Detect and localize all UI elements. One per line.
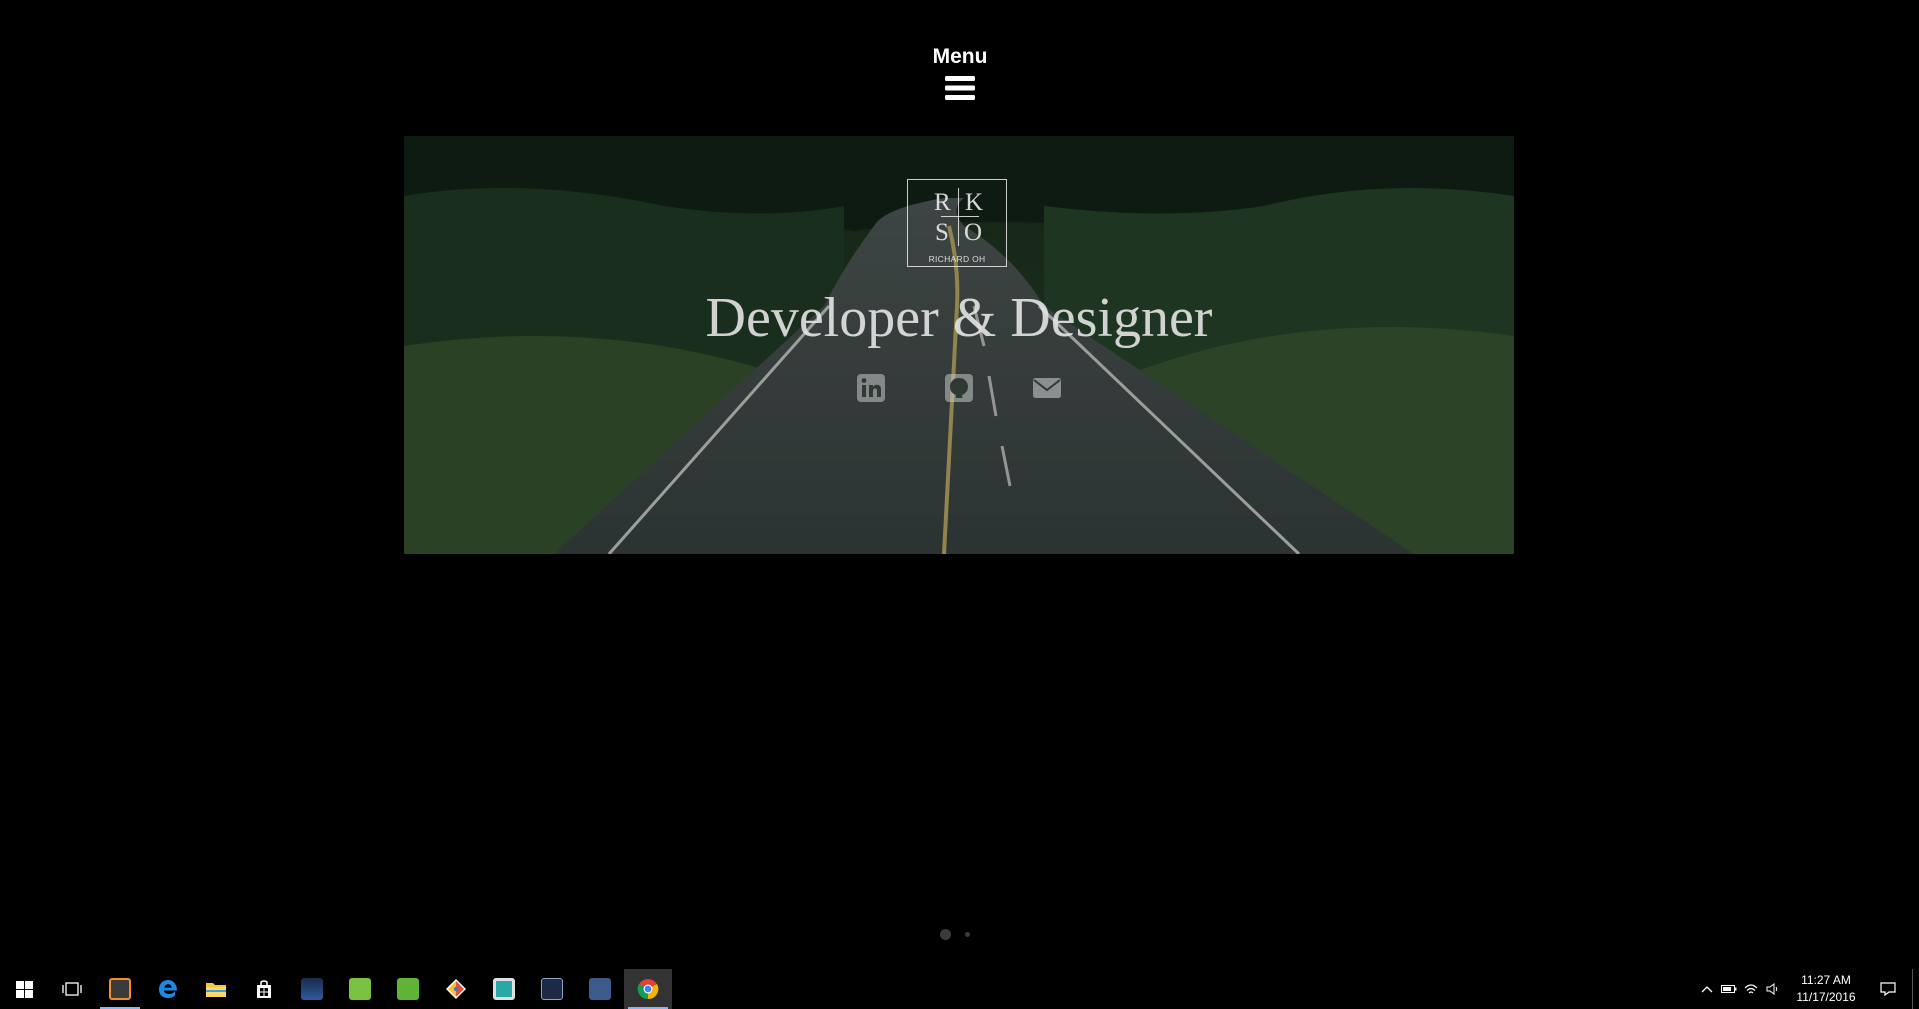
- action-center-button[interactable]: [1868, 969, 1908, 1009]
- windows-icon: [15, 980, 33, 998]
- logo-letter-o: O: [964, 219, 983, 246]
- carousel-pager: [940, 928, 980, 940]
- system-tray: 11:27 AM 11/17/2016: [1696, 969, 1919, 1009]
- chevron-up-icon: [1701, 986, 1713, 993]
- wifi-icon: [1744, 984, 1758, 994]
- social-links: [404, 373, 1514, 403]
- show-hidden-icons-button[interactable]: [1696, 969, 1718, 1009]
- mysql-workbench-icon: [541, 978, 563, 1000]
- taskbar-app-visual-studio[interactable]: [576, 969, 624, 1009]
- store-icon: [257, 980, 271, 998]
- visual-studio-icon: [589, 978, 611, 1000]
- task-view-icon: [62, 982, 82, 996]
- hero-headline: Developer & Designer: [705, 287, 1213, 349]
- taskbar-app-store[interactable]: [240, 969, 288, 1009]
- logo-divider-vertical: [958, 188, 959, 246]
- taskbar-app-file-explorer[interactable]: [192, 969, 240, 1009]
- taskbar-app-mysql-workbench[interactable]: [528, 969, 576, 1009]
- taskbar-app-evernote[interactable]: [384, 969, 432, 1009]
- logo-subtitle: RICHARD OH: [928, 254, 986, 264]
- menu-button[interactable]: Menu: [910, 44, 1010, 100]
- github-icon[interactable]: [944, 373, 974, 403]
- envelope-icon[interactable]: [1032, 373, 1062, 403]
- linkedin-icon[interactable]: [856, 373, 886, 403]
- taskbar: 11:27 AM 11/17/2016: [0, 969, 1919, 1009]
- taskbar-app-sublime-text[interactable]: [96, 969, 144, 1009]
- speaker-icon: [1766, 983, 1778, 995]
- task-view-button[interactable]: [48, 969, 96, 1009]
- folder-icon: [206, 983, 226, 997]
- pager-dot-2[interactable]: [965, 931, 970, 937]
- taskbar-clock[interactable]: 11:27 AM 11/17/2016: [1790, 972, 1862, 1006]
- sublime-text-icon: [109, 978, 131, 1000]
- hero-banner: R K S O RICHARD OH Developer & Designer: [404, 136, 1514, 554]
- taskbar-app-chrome[interactable]: [624, 969, 672, 1009]
- chrome-icon: [637, 979, 659, 1000]
- clock-time: 11:27 AM: [1801, 973, 1851, 987]
- logo-letter-r: R: [934, 189, 951, 216]
- taskbar-app-edge[interactable]: [144, 969, 192, 1009]
- pager-dot-1[interactable]: [940, 928, 951, 940]
- battery-button[interactable]: [1718, 969, 1740, 1009]
- kindle-icon: [301, 978, 323, 1000]
- hamburger-icon: [945, 76, 975, 100]
- edge-icon: [159, 980, 177, 998]
- wechat-icon: [349, 978, 371, 1000]
- evernote-icon: [397, 978, 419, 1000]
- git-icon: [446, 979, 466, 999]
- volume-button[interactable]: [1762, 969, 1784, 1009]
- logo: R K S O RICHARD OH: [907, 179, 1007, 267]
- taskbar-app-git[interactable]: [432, 969, 480, 1009]
- start-button[interactable]: [0, 969, 48, 1009]
- taskbar-app-sublime-merge[interactable]: [480, 969, 528, 1009]
- show-desktop-button[interactable]: [1912, 969, 1919, 1009]
- taskbar-app-wechat[interactable]: [336, 969, 384, 1009]
- logo-divider-horizontal: [941, 216, 979, 217]
- sublime-merge-icon: [493, 978, 515, 1000]
- menu-label: Menu: [932, 45, 988, 68]
- logo-letter-s: S: [935, 219, 949, 246]
- notification-icon: [1880, 982, 1896, 996]
- logo-letter-k: K: [965, 189, 984, 216]
- clock-date: 11/17/2016: [1796, 990, 1856, 1004]
- network-button[interactable]: [1740, 969, 1762, 1009]
- battery-icon: [1721, 985, 1737, 993]
- taskbar-app-kindle[interactable]: [288, 969, 336, 1009]
